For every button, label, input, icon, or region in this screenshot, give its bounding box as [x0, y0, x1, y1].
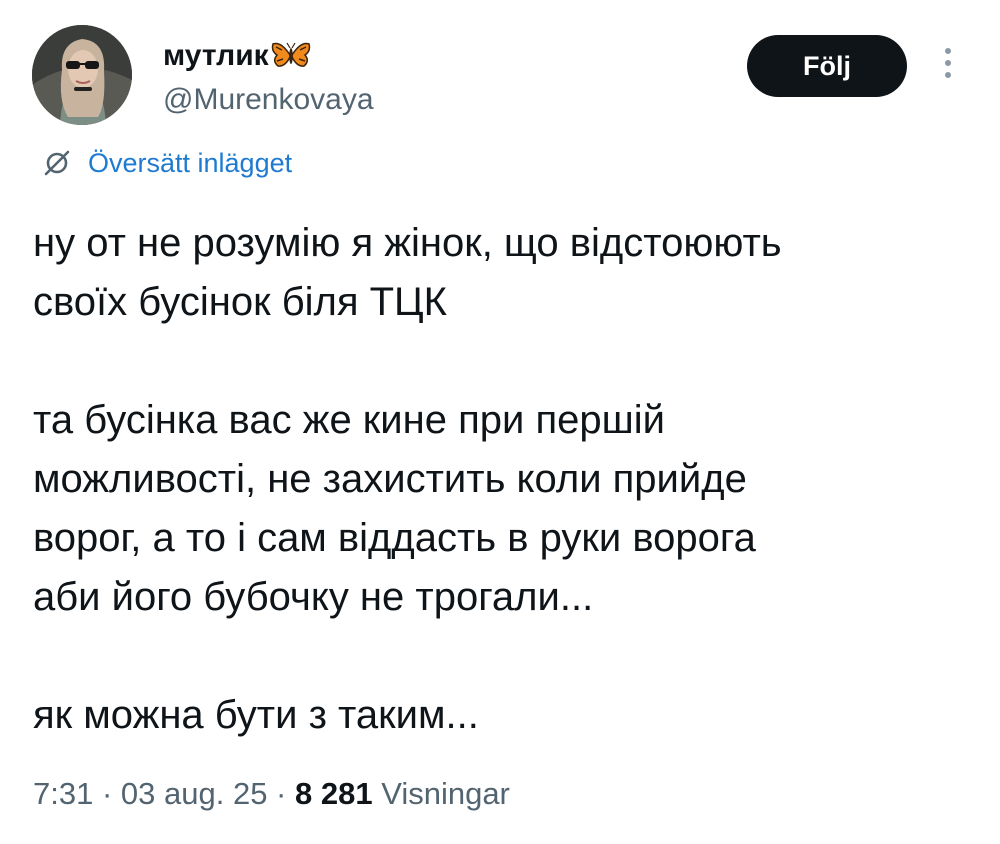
more-icon[interactable]	[940, 48, 956, 84]
tweet-text-line: аби його бубочку не трогали...	[33, 575, 594, 619]
avatar[interactable]	[32, 25, 132, 125]
tweet-text-line: ну от не розумію я жінок, що відстоюють	[33, 221, 782, 265]
tweet-text-line: можливості, не захистить коли прийде	[33, 457, 747, 501]
translate-label: Översätt inlägget	[88, 148, 293, 178]
tweet-meta: 7:31 · 03 aug. 25 · 8 281 Visningar	[33, 774, 510, 814]
meta-separator: ·	[93, 776, 121, 811]
views-label: Visningar	[381, 776, 510, 811]
author-name-text: мутлик	[163, 39, 269, 72]
author-display-name[interactable]: мутлик	[163, 38, 311, 74]
tweet-card: мутлик @Murenkovaya Följ Översätt inlägg…	[0, 0, 1000, 844]
tweet-text-line: як можна бути з таким...	[33, 693, 479, 737]
translate-link[interactable]: Översätt inlägget	[40, 143, 292, 183]
tweet-text-line: ворог, а то і сам віддасть в руки ворога	[33, 516, 756, 560]
translate-icon	[44, 150, 70, 176]
tweet-text: ну от не розумію я жінок, що відстоюють …	[33, 214, 973, 745]
tweet-time[interactable]: 7:31	[33, 776, 93, 811]
avatar-image	[32, 25, 132, 125]
butterfly-emoji-icon	[271, 42, 310, 67]
tweet-date[interactable]: 03 aug. 25	[121, 776, 268, 811]
follow-button[interactable]: Följ	[747, 35, 907, 97]
tweet-text-line: та бусінка вас же кине при першій	[33, 398, 665, 442]
views-count: 8 281	[295, 776, 373, 811]
tweet-text-line: своїх бусінок біля ТЦК	[33, 280, 447, 324]
author-handle[interactable]: @Murenkovaya	[163, 82, 374, 118]
meta-separator: ·	[267, 776, 295, 811]
